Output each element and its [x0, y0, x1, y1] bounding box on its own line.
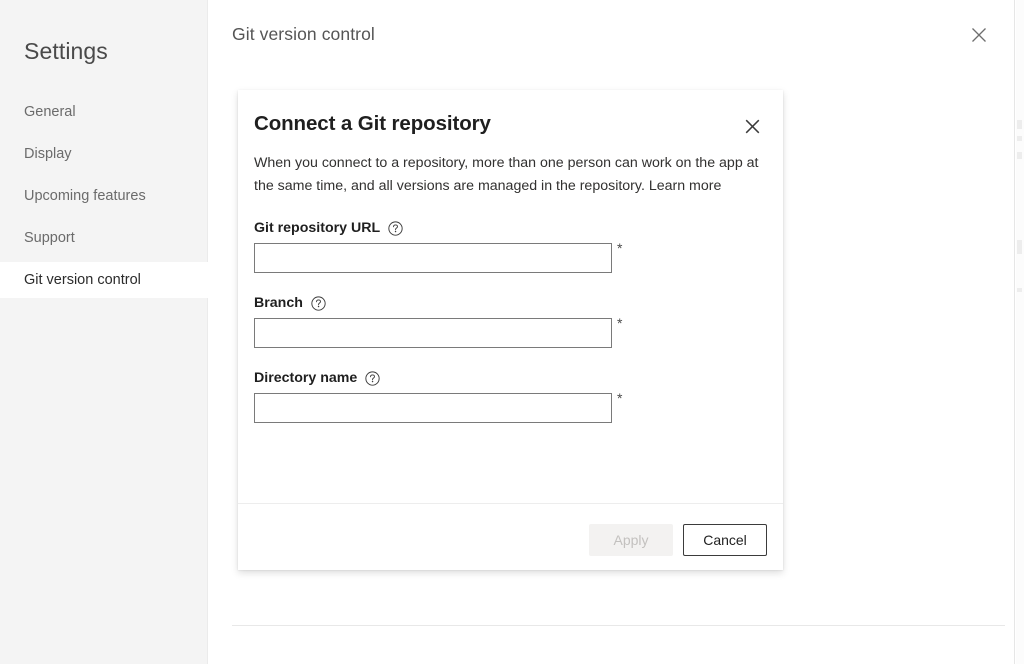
dialog-footer: Apply Cancel — [238, 524, 767, 556]
learn-more-link[interactable]: Learn more — [649, 178, 722, 194]
close-icon[interactable] — [963, 19, 995, 51]
sidebar-item-git-version-control[interactable]: Git version control — [0, 262, 208, 298]
sidebar-nav: General Display Upcoming features Suppor… — [0, 94, 208, 298]
help-circle-icon[interactable] — [311, 295, 326, 311]
background-mark — [1017, 120, 1022, 129]
sidebar-item-support[interactable]: Support — [0, 220, 208, 256]
sidebar-item-label: Support — [24, 230, 75, 246]
page-title: Git version control — [232, 24, 375, 44]
field-git-repository-url: Git repository URL * — [254, 220, 767, 273]
field-label-row: Branch — [254, 295, 767, 311]
git-repository-url-input[interactable] — [254, 243, 612, 273]
sidebar-title: Settings — [24, 38, 108, 64]
apply-button[interactable]: Apply — [589, 524, 673, 556]
sidebar-item-display[interactable]: Display — [0, 136, 208, 172]
sidebar-item-label: General — [24, 104, 76, 120]
close-icon[interactable] — [738, 112, 766, 140]
content-divider — [232, 625, 1005, 626]
dialog-title: Connect a Git repository — [254, 112, 491, 135]
background-mark — [1017, 136, 1022, 141]
field-label-row: Git repository URL — [254, 220, 767, 236]
sidebar-item-label: Upcoming features — [24, 188, 146, 204]
sidebar-item-label: Git version control — [24, 272, 141, 288]
background-mark — [1017, 288, 1022, 292]
settings-sidebar: Settings General Display Upcoming featur… — [0, 0, 208, 664]
input-row: * — [254, 240, 767, 273]
required-asterisk: * — [617, 390, 623, 406]
sidebar-item-label: Display — [24, 146, 72, 162]
cancel-button[interactable]: Cancel — [683, 524, 767, 556]
required-asterisk: * — [617, 315, 623, 331]
background-mark — [1017, 240, 1022, 254]
background-mark — [1017, 152, 1022, 159]
field-branch: Branch * — [254, 295, 767, 348]
field-label: Git repository URL — [254, 220, 381, 236]
field-label: Directory name — [254, 370, 358, 386]
dialog-description: When you connect to a repository, more t… — [254, 152, 766, 198]
dialog-footer-divider — [238, 503, 783, 504]
branch-input[interactable] — [254, 318, 612, 348]
field-label: Branch — [254, 295, 303, 311]
background-app-strip — [1016, 0, 1024, 664]
dialog-body: When you connect to a repository, more t… — [254, 152, 767, 423]
field-directory-name: Directory name * — [254, 370, 767, 423]
required-asterisk: * — [617, 240, 623, 256]
help-circle-icon[interactable] — [365, 370, 380, 386]
field-label-row: Directory name — [254, 370, 767, 386]
input-row: * — [254, 315, 767, 348]
connect-git-repository-dialog: Connect a Git repository When you connec… — [238, 90, 783, 570]
sidebar-item-upcoming-features[interactable]: Upcoming features — [0, 178, 208, 214]
dialog-header: Connect a Git repository — [238, 90, 783, 135]
input-row: * — [254, 390, 767, 423]
directory-name-input[interactable] — [254, 393, 612, 423]
help-circle-icon[interactable] — [388, 220, 403, 236]
sidebar-item-general[interactable]: General — [0, 94, 208, 130]
